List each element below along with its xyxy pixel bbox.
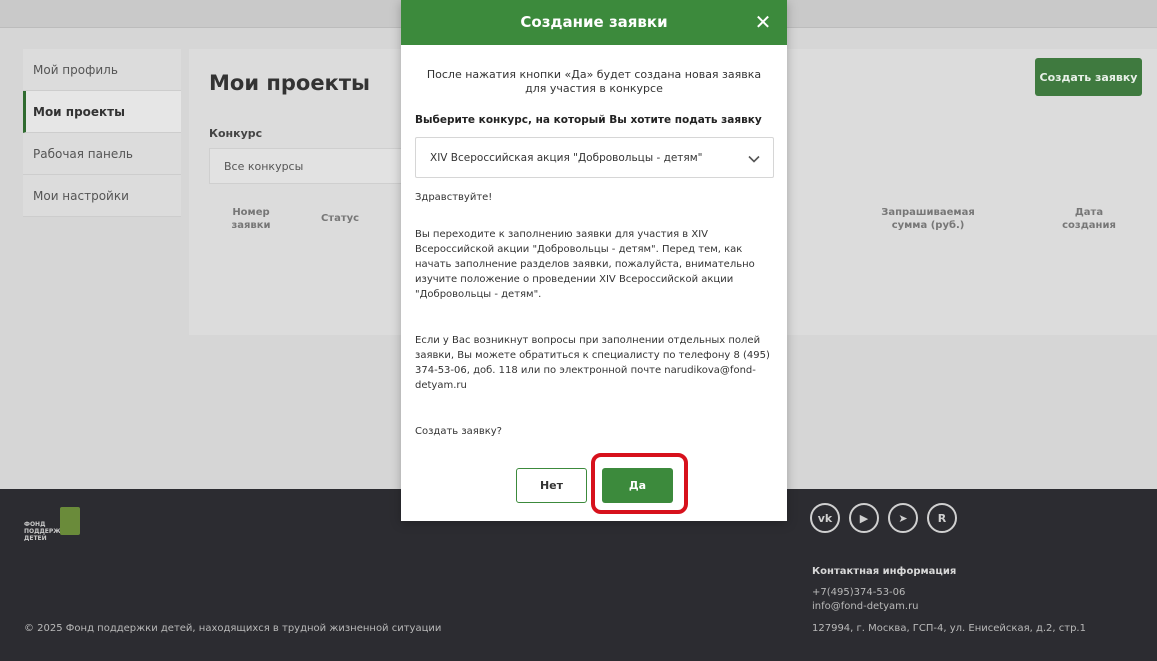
confirm-question: Создать заявку? [415, 426, 502, 437]
table-header-status: Статус [320, 213, 360, 224]
contacts-title: Контактная информация [812, 566, 957, 577]
contact-email[interactable]: info@fond-detyam.ru [812, 601, 919, 612]
contest-select[interactable]: XIV Всероссийская акция "Добровольцы - д… [415, 137, 774, 178]
chevron-down-icon [748, 155, 760, 163]
contest-select-label: Выберите конкурс, на который Вы хотите п… [415, 114, 762, 126]
no-button[interactable]: Нет [516, 468, 587, 503]
close-icon[interactable]: ✕ [750, 9, 776, 35]
create-application-button[interactable]: Создать заявку [1035, 58, 1142, 96]
sidebar-item-profile[interactable]: Мой профиль [23, 49, 181, 91]
sidebar-item-dashboard[interactable]: Рабочая панель [23, 133, 181, 175]
modal-intro-text: После нажатия кнопки «Да» будет создана … [426, 68, 762, 95]
modal-header: Создание заявки ✕ [401, 0, 787, 45]
table-header-amount: Запрашиваемая сумма (руб.) [881, 207, 975, 231]
logo-text: ФОНД ПОДДЕРЖКИ ДЕТЕЙ [24, 521, 71, 542]
logo-tree-icon [60, 507, 80, 535]
contest-filter-select[interactable]: Все конкурсы [209, 148, 409, 184]
sidebar-item-settings[interactable]: Мои настройки [23, 175, 181, 217]
rutube-icon[interactable]: R [927, 503, 957, 533]
page-title: Мои проекты [209, 71, 370, 95]
sidebar: Мой профиль Мои проекты Рабочая панель М… [23, 49, 181, 217]
contact-paragraph: Если у Вас возникнут вопросы при заполне… [415, 335, 770, 391]
youtube-icon[interactable]: ▶ [849, 503, 879, 533]
modal-title: Создание заявки [520, 13, 668, 31]
contact-phone[interactable]: +7(495)374-53-06 [812, 587, 905, 598]
sidebar-item-projects[interactable]: Мои проекты [23, 91, 181, 133]
fund-logo: ФОНД ПОДДЕРЖКИ ДЕТЕЙ [24, 507, 94, 551]
vk-icon[interactable]: vk [810, 503, 840, 533]
table-header-date: Дата создания [1062, 207, 1116, 231]
social-links: vk ▶ ➤ R [810, 503, 957, 533]
yes-button[interactable]: Да [602, 468, 673, 503]
copyright-text: © 2025 Фонд поддержки детей, находящихся… [24, 623, 442, 634]
table-header-number: Номер заявки [231, 207, 271, 231]
instructions-paragraph: Вы переходите к заполнению заявки для уч… [415, 229, 755, 300]
greeting-text: Здравствуйте! [415, 192, 493, 203]
create-application-modal: Создание заявки ✕ После нажатия кнопки «… [401, 0, 787, 521]
telegram-icon[interactable]: ➤ [888, 503, 918, 533]
contest-select-value: XIV Всероссийская акция "Добровольцы - д… [430, 152, 703, 164]
contest-filter-label: Конкурс [209, 127, 263, 140]
contact-address: 127994, г. Москва, ГСП-4, ул. Енисейская… [812, 623, 1086, 634]
